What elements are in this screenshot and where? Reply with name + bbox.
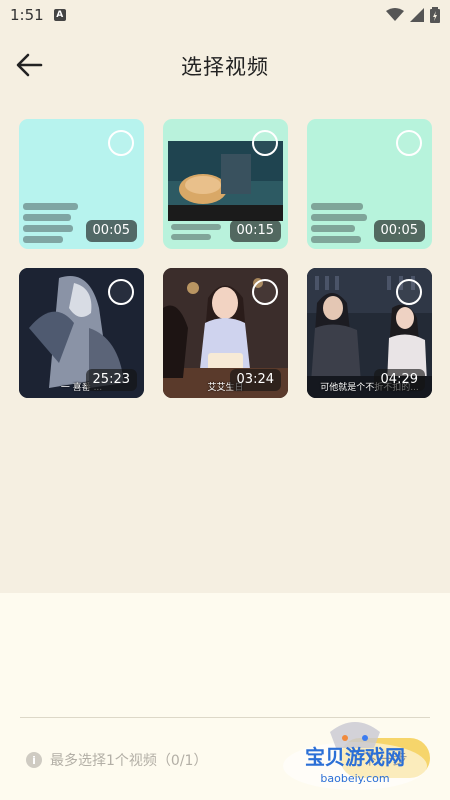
select-checkbox[interactable] <box>252 130 278 156</box>
chat-preview <box>311 199 371 243</box>
signal-icon <box>410 8 424 22</box>
video-item[interactable]: 可他就是个不折不扣的... 04:29 <box>307 268 432 398</box>
video-duration: 03:24 <box>229 369 281 391</box>
video-duration: 25:23 <box>85 369 137 391</box>
video-duration: 00:05 <box>373 220 425 242</box>
video-item[interactable]: 00:15 <box>163 119 288 249</box>
selection-hint: i 最多选择1个视频（0/1） <box>26 750 207 770</box>
video-item[interactable]: 一 喜番 ... 25:23 <box>19 268 144 398</box>
info-icon: i <box>26 752 42 768</box>
select-checkbox[interactable] <box>396 279 422 305</box>
footer-divider <box>20 717 430 718</box>
select-checkbox[interactable] <box>396 130 422 156</box>
wifi-icon <box>386 8 404 21</box>
select-checkbox[interactable] <box>108 130 134 156</box>
selection-hint-text: 最多选择1个视频（0/1） <box>50 753 208 769</box>
video-item[interactable]: 00:05 <box>19 119 144 249</box>
battery-icon <box>430 7 440 23</box>
video-duration: 04:29 <box>373 369 425 391</box>
video-duration: 00:05 <box>85 220 137 242</box>
status-time: 1:51 <box>10 6 44 24</box>
back-button[interactable] <box>14 50 50 82</box>
arrow-left-icon <box>16 53 43 77</box>
select-checkbox[interactable] <box>108 279 134 305</box>
video-item[interactable]: 00:05 <box>307 119 432 249</box>
video-item[interactable]: 艾艾生日 03:24 <box>163 268 288 398</box>
select-checkbox[interactable] <box>252 279 278 305</box>
status-bar: 1:51 A <box>0 0 450 30</box>
page-title: 选择视频 <box>181 55 269 79</box>
video-grid: 00:05 00:15 00:05 一 喜番 ... 25:23 艾艾生日 03… <box>19 119 432 398</box>
video-duration: 00:15 <box>229 220 281 242</box>
next-button[interactable]: 下一步 <box>340 738 430 778</box>
chat-preview <box>23 199 83 243</box>
notification-badge: A <box>53 9 66 21</box>
header: 选择视频 <box>0 38 450 94</box>
